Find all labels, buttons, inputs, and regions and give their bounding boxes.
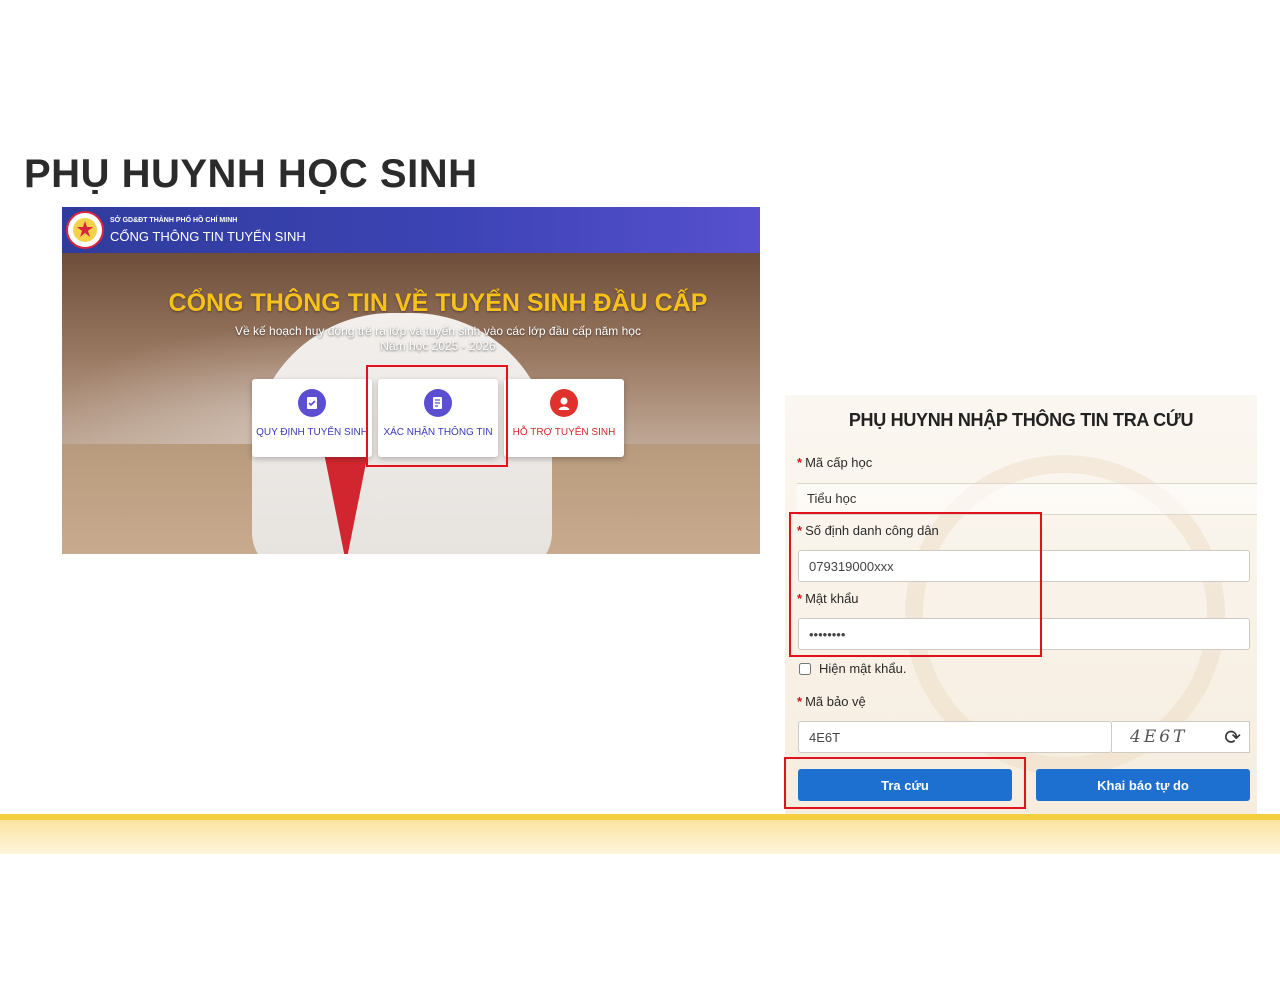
- show-password-checkbox[interactable]: [799, 662, 811, 675]
- captcha-image: 4E6T ⟳: [1112, 721, 1250, 753]
- highlight-search-button: [784, 757, 1026, 809]
- portal-department: SỞ GD&ĐT THÀNH PHỐ HỒ CHÍ MINH: [110, 217, 238, 224]
- hero-title: CỔNG THÔNG TIN VỀ TUYỂN SINH ĐẦU CẤP: [168, 289, 708, 317]
- refresh-icon[interactable]: ⟳: [1224, 725, 1241, 750]
- hero-subtitle: Về kế hoạch huy động trẻ ra lớp và tuyển…: [62, 324, 760, 354]
- captcha-image-text: 4E6T: [1130, 727, 1188, 747]
- form-title: PHỤ HUYNH NHẬP THÔNG TIN TRA CỨU: [848, 410, 1194, 430]
- portal-screenshot: SỞ GD&ĐT THÀNH PHỐ HỒ CHÍ MINH CỔNG THÔN…: [62, 207, 760, 554]
- highlight-login-fields: [789, 512, 1042, 657]
- show-password-label: Hiện mật khẩu.: [819, 661, 907, 676]
- card-label: HỖ TRỢ TUYỂN SINH: [512, 427, 616, 438]
- card-label: QUY ĐỊNH TUYỂN SINH: [256, 427, 368, 438]
- support-agent-icon: [550, 389, 578, 417]
- clipboard-check-icon: [298, 389, 326, 417]
- required-mark: *: [797, 694, 803, 709]
- portal-header: SỞ GD&ĐT THÀNH PHỐ HỒ CHÍ MINH CỔNG THÔN…: [62, 207, 760, 253]
- portal-name[interactable]: CỔNG THÔNG TIN TUYỂN SINH: [110, 229, 306, 244]
- free-declare-button[interactable]: Khai báo tự do: [1036, 769, 1250, 801]
- hero-subtitle-line2: Năm học 2025 - 2026: [380, 339, 496, 353]
- footer-band: [0, 820, 1280, 854]
- hero-subtitle-line1: Về kế hoạch huy động trẻ ra lớp và tuyển…: [235, 324, 641, 338]
- level-select[interactable]: Tiểu học: [797, 483, 1257, 515]
- slide-title: PHỤ HUYNH HỌC SINH: [24, 152, 478, 196]
- school-emblem-icon: [73, 218, 97, 242]
- card-admission-support[interactable]: HỖ TRỢ TUYỂN SINH: [504, 379, 624, 457]
- portal-logo[interactable]: [66, 211, 104, 249]
- captcha-input[interactable]: [798, 721, 1112, 753]
- hero-background-scarf: [324, 453, 368, 554]
- captcha-label: * Mã bảo vệ: [797, 694, 866, 709]
- highlight-confirm-info: [366, 365, 508, 467]
- show-password-toggle[interactable]: Hiện mật khẩu.: [799, 661, 906, 676]
- level-label: * Mã cấp học: [797, 455, 873, 470]
- card-admission-rules[interactable]: QUY ĐỊNH TUYỂN SINH: [252, 379, 372, 457]
- required-mark: *: [797, 455, 803, 470]
- portal-hero: CỔNG THÔNG TIN VỀ TUYỂN SINH ĐẦU CẤP Về …: [62, 253, 760, 554]
